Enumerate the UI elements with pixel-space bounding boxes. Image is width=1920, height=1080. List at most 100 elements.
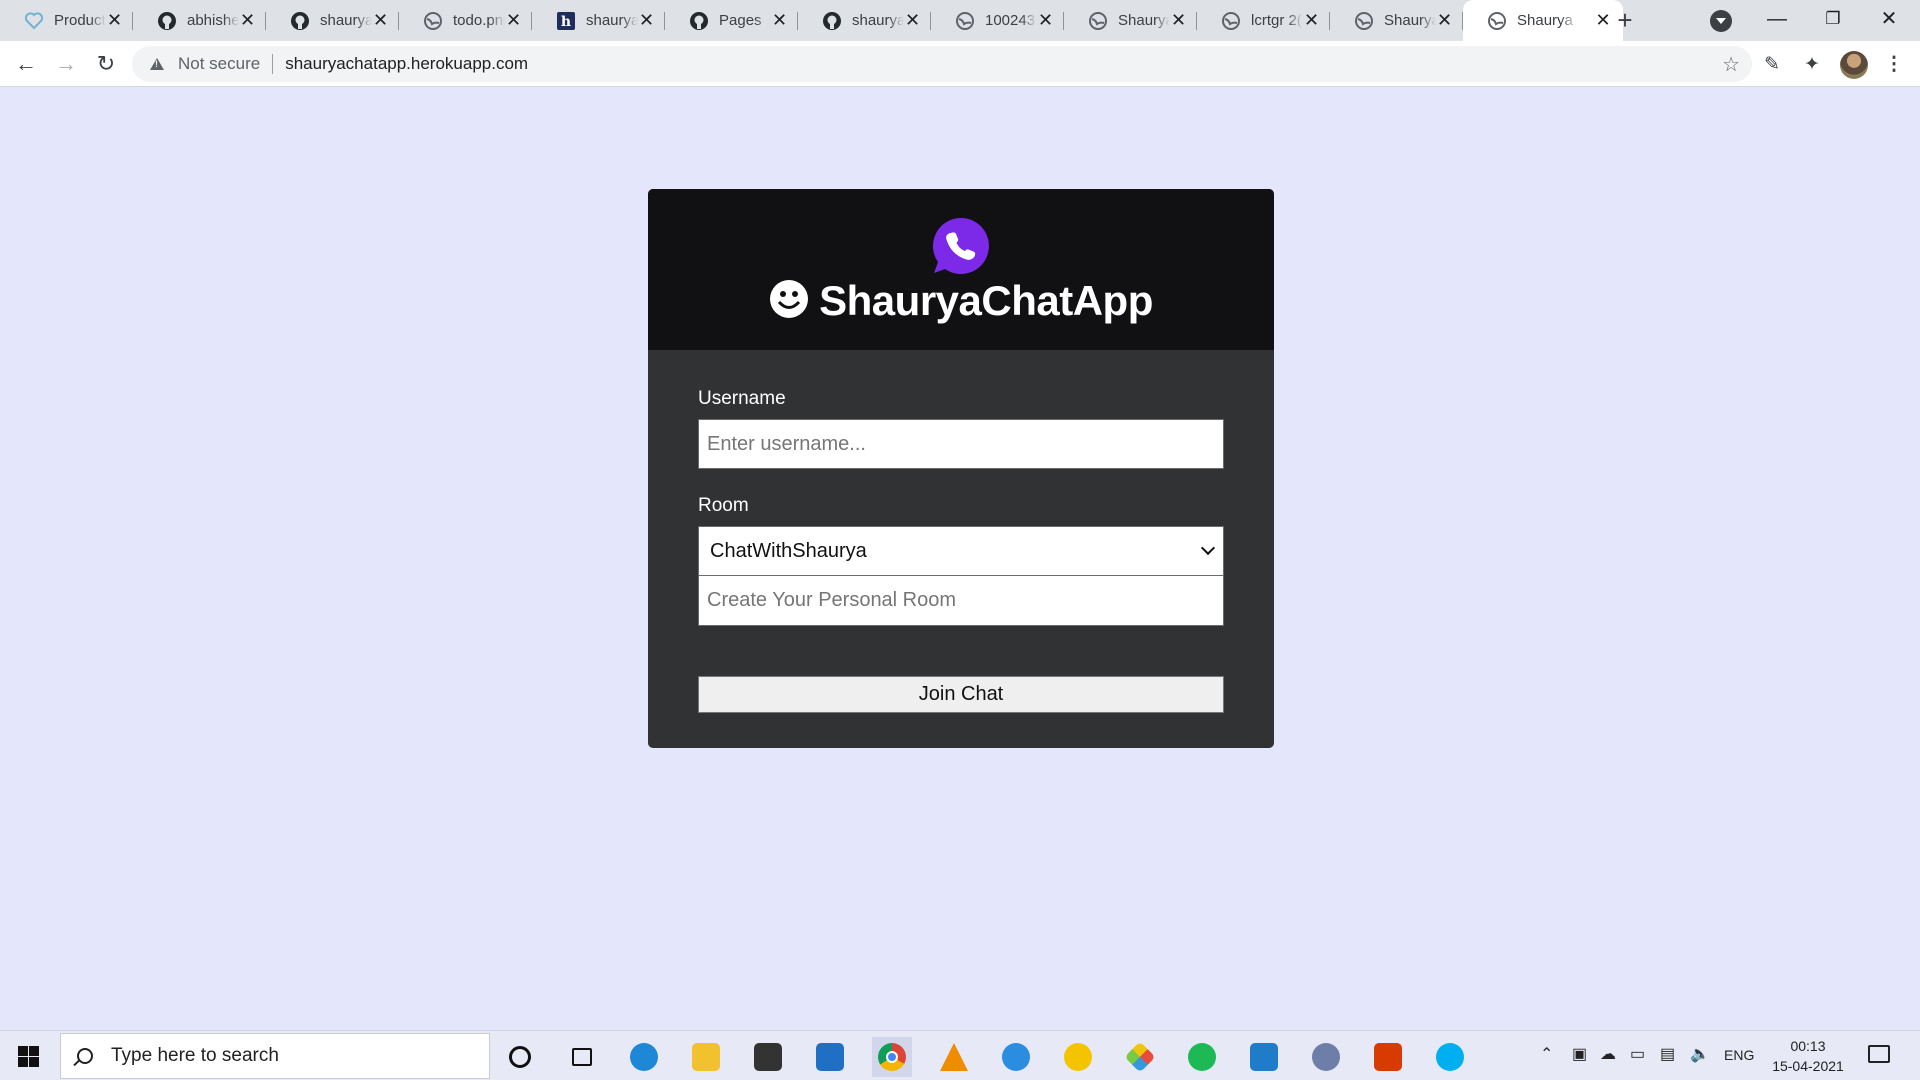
- reload-button[interactable]: ↻: [90, 48, 122, 80]
- chrome-glyph: [878, 1043, 906, 1071]
- tab-separator: [398, 12, 399, 30]
- office-icon[interactable]: [1368, 1037, 1408, 1077]
- file-explorer-icon[interactable]: [686, 1037, 726, 1077]
- extensions-puzzle-icon[interactable]: ✦: [1800, 53, 1824, 77]
- show-hidden-icons-chevron-icon[interactable]: ⌃: [1540, 1044, 1553, 1064]
- github-icon: [157, 11, 177, 31]
- back-button[interactable]: ←: [10, 48, 42, 80]
- tab-strip: Shaurya ✕ Shaurya ✕ lcrtgr 2(✕ Shaurya ✕ 100243…: [0, 0, 1920, 41]
- app-globe-icon[interactable]: [1306, 1037, 1346, 1077]
- browser-tab[interactable]: lcrtgr 2(✕: [1197, 0, 1330, 41]
- url-text[interactable]: shauryachatapp.herokuapp.com: [285, 54, 528, 74]
- browser-tab[interactable]: 100243 ✕: [931, 0, 1064, 41]
- tab-title: shaurya: [586, 12, 639, 29]
- battery-icon[interactable]: ▭: [1630, 1044, 1645, 1064]
- browser-tab[interactable]: Shaurya ✕: [1064, 0, 1197, 41]
- browser-tab[interactable]: Shaurya ✕: [1330, 0, 1463, 41]
- minimize-button[interactable]: —: [1754, 0, 1800, 41]
- divider: [272, 54, 274, 74]
- restore-button[interactable]: ❐: [1810, 0, 1856, 41]
- skype-glyph: [1436, 1043, 1464, 1071]
- browser-tab[interactable]: Shaurya ✕: [1463, 0, 1623, 41]
- join-card: ShauryaChatApp Username Room ChatWithSha…: [648, 189, 1274, 748]
- task-view-icon[interactable]: [562, 1037, 602, 1077]
- language-indicator[interactable]: ENG: [1724, 1047, 1754, 1063]
- meet-now-icon[interactable]: ▣: [1572, 1044, 1587, 1064]
- chrome-icon[interactable]: [872, 1037, 912, 1077]
- username-input[interactable]: [698, 419, 1224, 469]
- tab-separator: [930, 12, 931, 30]
- close-tab-icon[interactable]: ✕: [771, 10, 788, 31]
- skype-icon[interactable]: [1430, 1037, 1470, 1077]
- edit-icon[interactable]: ✎: [1760, 53, 1784, 77]
- browser-tab[interactable]: shaurya ✕: [266, 0, 399, 41]
- clock[interactable]: 00:13 15-04-2021: [1766, 1036, 1850, 1076]
- join-form: Username Room ChatWithShaurya Join Chat: [698, 350, 1224, 713]
- app-yellow-glyph: [1064, 1043, 1092, 1071]
- close-tab-icon[interactable]: ✕: [1436, 10, 1453, 31]
- tab-separator: [531, 12, 532, 30]
- app-yellow-icon[interactable]: [1058, 1037, 1098, 1077]
- tab-separator: [1462, 12, 1463, 30]
- volume-icon[interactable]: 🔈: [1690, 1044, 1710, 1064]
- tab-search-icon[interactable]: [1710, 10, 1732, 32]
- browser-tab[interactable]: abhishek✕: [133, 0, 266, 41]
- close-window-button[interactable]: ✕: [1866, 0, 1912, 41]
- browser-tab[interactable]: Pages ✕: [665, 0, 798, 41]
- address-bar[interactable]: Not secure shauryachatapp.herokuapp.com …: [132, 46, 1752, 82]
- profile-avatar[interactable]: [1840, 51, 1868, 79]
- edge-icon[interactable]: [624, 1037, 664, 1077]
- globe-icon: [423, 11, 443, 31]
- vlc-icon[interactable]: [934, 1037, 974, 1077]
- close-tab-icon[interactable]: ✕: [1170, 10, 1187, 31]
- store-icon[interactable]: [748, 1037, 788, 1077]
- mail-icon[interactable]: [810, 1037, 850, 1077]
- smiley-icon: [770, 280, 809, 318]
- network-icon[interactable]: ▤: [1660, 1044, 1675, 1064]
- app-arrow-icon[interactable]: [996, 1037, 1036, 1077]
- close-tab-icon[interactable]: ✕: [1037, 10, 1054, 31]
- close-tab-icon[interactable]: ✕: [106, 10, 123, 31]
- close-tab-icon[interactable]: ✕: [638, 10, 655, 31]
- cortana-glyph: [509, 1046, 531, 1068]
- browser-tab[interactable]: Product ✕: [0, 0, 133, 41]
- room-select-value: ChatWithShaurya: [710, 539, 867, 562]
- app-colorful-icon[interactable]: [1120, 1037, 1160, 1077]
- browser-tab[interactable]: h shaurya ✕: [532, 0, 665, 41]
- windows-start-icon[interactable]: [18, 1046, 39, 1067]
- tab-title: todo.png: [453, 12, 505, 29]
- notification-center-icon[interactable]: [1868, 1045, 1890, 1063]
- github-icon: [290, 11, 310, 31]
- vscode-icon[interactable]: [1244, 1037, 1284, 1077]
- tab-title: shaurya: [852, 12, 905, 29]
- cortana-icon[interactable]: [500, 1037, 540, 1077]
- close-tab-icon[interactable]: ✕: [372, 10, 389, 31]
- forward-button[interactable]: →: [50, 48, 82, 80]
- close-tab-icon[interactable]: ✕: [239, 10, 256, 31]
- spotify-icon[interactable]: [1182, 1037, 1222, 1077]
- onedrive-cloud-icon[interactable]: ☁: [1600, 1044, 1616, 1064]
- browser-tab[interactable]: todo.png✕: [399, 0, 532, 41]
- join-chat-button[interactable]: Join Chat: [698, 676, 1224, 713]
- chevron-down-icon: [1200, 540, 1216, 556]
- tab-separator: [1329, 12, 1330, 30]
- bookmark-star-icon[interactable]: ☆: [1722, 52, 1740, 77]
- new-tab-button[interactable]: +: [1610, 5, 1640, 35]
- personal-room-input[interactable]: [698, 576, 1224, 626]
- close-tab-icon[interactable]: ✕: [505, 10, 522, 31]
- taskbar-search[interactable]: Type here to search: [60, 1033, 490, 1079]
- globe-icon: [1088, 11, 1108, 31]
- chat-phone-logo-icon: [932, 217, 989, 274]
- app-title: ShauryaChatApp: [648, 277, 1274, 325]
- close-tab-icon[interactable]: ✕: [1303, 10, 1320, 31]
- browser-toolbar: ← → ↻ Not secure shauryachatapp.herokuap…: [0, 41, 1920, 87]
- globe-icon: [1221, 11, 1241, 31]
- security-status[interactable]: Not secure: [178, 54, 260, 74]
- browser-tab[interactable]: shaurya ✕: [798, 0, 931, 41]
- svg-text:h: h: [561, 14, 571, 30]
- menu-kebab-icon[interactable]: ⋮: [1882, 53, 1906, 77]
- close-tab-icon[interactable]: ✕: [904, 10, 921, 31]
- globe-icon: [955, 11, 975, 31]
- room-select[interactable]: ChatWithShaurya: [698, 526, 1224, 576]
- globe-icon: [1354, 11, 1374, 31]
